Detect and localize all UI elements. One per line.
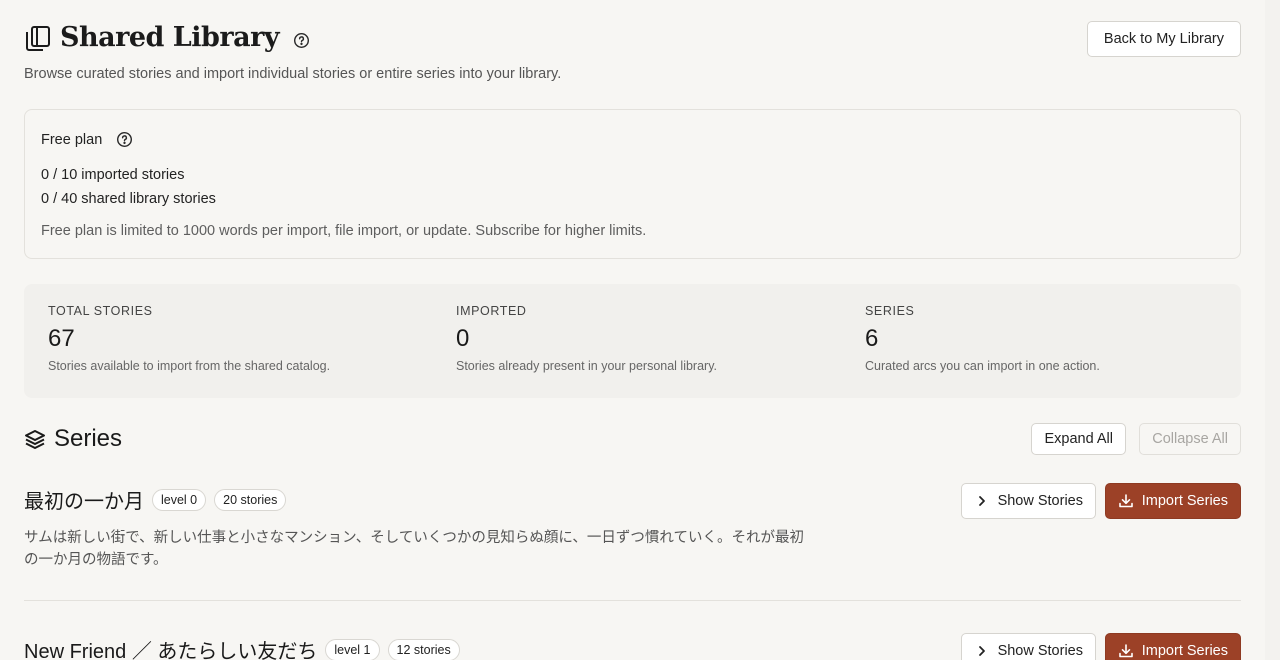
download-icon [1118, 644, 1133, 658]
stat-value: 6 [865, 325, 879, 352]
imported-count: 0 / 10 imported stories [41, 167, 185, 183]
series-header: Series Expand All Collapse All [24, 423, 1241, 457]
chevron-right-icon [978, 496, 985, 506]
series-item: New Friend ／ あたらしい友だち level 1 12 stories… [24, 633, 1241, 660]
stat-description: Curated arcs you can import in one actio… [865, 359, 1100, 373]
story-count-badge: 12 stories [387, 638, 460, 660]
stat-value: 67 [48, 325, 75, 352]
page-title: Shared Library [60, 22, 280, 53]
level-badge: level 1 [325, 638, 380, 660]
import-series-button[interactable]: Import Series [1104, 633, 1241, 660]
layers-icon [25, 430, 45, 449]
series-description: サムは新しい街で、新しい仕事と小さなマンション、そしていくつかの見知らぬ顔に、一… [24, 530, 804, 568]
show-stories-label: Show Stories [997, 493, 1083, 509]
series-name: 最初の一か月 [24, 491, 144, 513]
stat-total-stories: TOTAL STORIES 67 Stories available to im… [48, 304, 330, 373]
import-series-label: Import Series [1141, 493, 1228, 509]
library-icon [26, 25, 50, 51]
stat-value: 0 [456, 325, 470, 352]
stat-series: SERIES 6 Curated arcs you can import in … [865, 304, 1100, 373]
plan-note: Free plan is limited to 1000 words per i… [41, 223, 647, 239]
download-icon [1118, 494, 1133, 508]
expand-all-button[interactable]: Expand All [1031, 423, 1126, 455]
stat-label: TOTAL STORIES [48, 304, 153, 318]
page-header: Shared Library Browse curated stories an… [24, 0, 1241, 100]
series-title-row: Series [24, 425, 122, 453]
stat-description: Stories already present in your personal… [456, 359, 718, 373]
plan-name: Free plan [41, 131, 103, 148]
series-item: 最初の一か月 level 0 20 stories サムは新しい街で、新しい仕事… [24, 483, 1241, 595]
chevron-right-icon [978, 646, 985, 656]
series-name: New Friend ／ あたらしい友だち [24, 641, 318, 660]
story-count-badge: 20 stories [214, 488, 287, 511]
plan-help-icon[interactable] [116, 131, 133, 148]
title-row: Shared Library [24, 22, 310, 53]
show-stories-button[interactable]: Show Stories [960, 633, 1096, 660]
plan-title-row: Free plan [41, 131, 133, 148]
shared-count: 0 / 40 shared library stories [41, 191, 216, 207]
stat-description: Stories available to import from the sha… [48, 359, 331, 373]
series-section-title: Series [54, 425, 123, 452]
show-stories-button[interactable]: Show Stories [960, 483, 1096, 519]
plan-card: Free plan 0 / 10 imported stories 0 / 40… [24, 109, 1241, 259]
help-icon[interactable] [293, 32, 310, 49]
stats-panel: TOTAL STORIES 67 Stories available to im… [24, 284, 1241, 398]
collapse-all-button[interactable]: Collapse All [1139, 423, 1241, 455]
show-stories-label: Show Stories [997, 643, 1083, 659]
scrollbar-track[interactable] [1265, 0, 1280, 660]
import-series-label: Import Series [1141, 643, 1228, 659]
stat-label: IMPORTED [456, 304, 527, 318]
level-badge: level 0 [152, 488, 207, 511]
series-divider [24, 600, 1241, 601]
back-to-library-button[interactable]: Back to My Library [1086, 21, 1241, 57]
stat-imported: IMPORTED 0 Stories already present in yo… [456, 304, 717, 373]
shared-library-page: Shared Library Browse curated stories an… [24, 0, 1241, 660]
page-subtitle: Browse curated stories and import indivi… [24, 66, 562, 82]
import-series-button[interactable]: Import Series [1104, 483, 1241, 519]
stat-label: SERIES [865, 304, 915, 318]
